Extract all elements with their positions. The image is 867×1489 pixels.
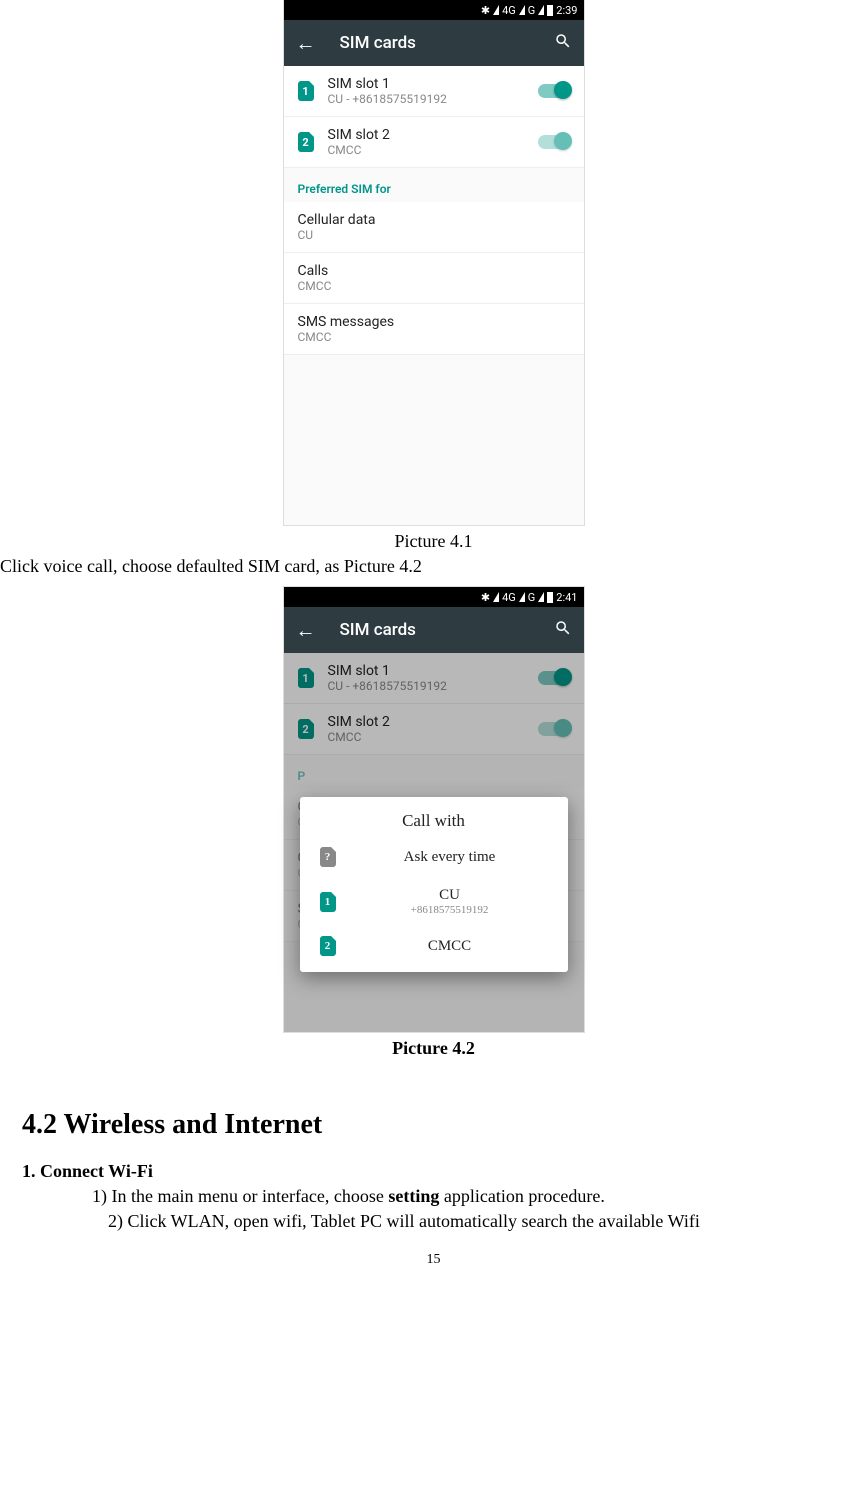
- cellular-data-title: Cellular data: [298, 212, 570, 228]
- instruction-text: Click voice call, choose defaulted SIM c…: [0, 556, 867, 577]
- network-4g-label: 4G: [502, 591, 516, 604]
- figure-4-2: ✱ 4G G 2:41 ← SIM cards 1: [0, 587, 867, 1059]
- sim2-subtitle: CMCC: [328, 143, 524, 157]
- option-cu-label: CU: [352, 887, 548, 904]
- connect-wifi-heading: 1. Connect Wi-Fi: [22, 1161, 867, 1182]
- cellular-data-value: CU: [298, 228, 570, 242]
- sim-slot-1-row[interactable]: 1 SIM slot 1 CU - +8618575519192: [284, 66, 584, 117]
- network-4g-label: 4G: [502, 4, 516, 17]
- section-4-2-heading: 4.2 Wireless and Internet: [22, 1109, 867, 1141]
- back-icon[interactable]: ←: [296, 33, 316, 53]
- step-2-text: 2) Click WLAN, open wifi, Tablet PC will…: [108, 1211, 867, 1232]
- clock-label: 2:41: [556, 591, 577, 604]
- preferred-sim-header: Preferred SIM for: [284, 168, 584, 202]
- option-ask-every-time[interactable]: ? Ask every time: [308, 837, 560, 877]
- calls-title: Calls: [298, 263, 570, 279]
- battery-icon: [547, 5, 553, 16]
- network-g-label: G: [528, 591, 536, 604]
- bluetooth-icon: ✱: [481, 4, 490, 17]
- cellular-data-row[interactable]: Cellular data CU: [284, 202, 584, 253]
- search-icon[interactable]: [554, 619, 572, 642]
- sim1-badge-icon: 1: [298, 81, 314, 101]
- step1-part-c: application procedure.: [439, 1186, 604, 1206]
- option-ask-label: Ask every time: [352, 849, 548, 866]
- sim2-badge-icon: 2: [298, 132, 314, 152]
- appbar-title: SIM cards: [340, 620, 530, 640]
- clock-label: 2:39: [556, 4, 577, 17]
- signal-icon: [493, 5, 499, 15]
- appbar-title: SIM cards: [340, 33, 530, 53]
- back-icon[interactable]: ←: [296, 620, 316, 640]
- battery-icon: [547, 592, 553, 603]
- figure-4-2-caption: Picture 4.2: [0, 1038, 867, 1059]
- step1-part-bold: setting: [388, 1186, 439, 1206]
- option-cu-sub: +8618575519192: [352, 904, 548, 916]
- sms-value: CMCC: [298, 330, 570, 344]
- status-bar: ✱ 4G G 2:41: [284, 587, 584, 607]
- sms-row[interactable]: SMS messages CMCC: [284, 304, 584, 355]
- step-1-text: 1) In the main menu or interface, choose…: [92, 1186, 867, 1207]
- status-bar: ✱ 4G G 2:39: [284, 0, 584, 20]
- app-bar: ← SIM cards: [284, 20, 584, 66]
- ask-badge-icon: ?: [320, 847, 336, 867]
- option-cmcc-label: CMCC: [352, 938, 548, 955]
- sim2-toggle[interactable]: [538, 135, 570, 149]
- figure-4-1: ✱ 4G G 2:39 ← SIM cards 1: [0, 0, 867, 552]
- option-cu[interactable]: 1 CU +8618575519192: [308, 877, 560, 926]
- option-cmcc[interactable]: 2 CMCC: [308, 926, 560, 966]
- signal-icon: [519, 5, 525, 15]
- sim2-title: SIM slot 2: [328, 127, 524, 143]
- dialog-title: Call with: [308, 811, 560, 837]
- sim-slot-2-row[interactable]: 2 SIM slot 2 CMCC: [284, 117, 584, 168]
- network-g-label: G: [528, 4, 536, 17]
- sim1-subtitle: CU - +8618575519192: [328, 92, 524, 106]
- signal-icon: [519, 592, 525, 602]
- cu-badge-icon: 1: [320, 892, 336, 912]
- sms-title: SMS messages: [298, 314, 570, 330]
- signal-icon: [538, 592, 544, 602]
- calls-value: CMCC: [298, 279, 570, 293]
- bluetooth-icon: ✱: [481, 591, 490, 604]
- signal-icon: [538, 5, 544, 15]
- page-number: 15: [0, 1252, 867, 1268]
- phone-screenshot-1: ✱ 4G G 2:39 ← SIM cards 1: [284, 0, 584, 525]
- step1-part-a: 1) In the main menu or interface, choose: [92, 1186, 388, 1206]
- figure-4-1-caption: Picture 4.1: [0, 531, 867, 552]
- search-icon[interactable]: [554, 32, 572, 55]
- sim1-toggle[interactable]: [538, 84, 570, 98]
- calls-row[interactable]: Calls CMCC: [284, 253, 584, 304]
- cmcc-badge-icon: 2: [320, 936, 336, 956]
- signal-icon: [493, 592, 499, 602]
- app-bar: ← SIM cards: [284, 607, 584, 653]
- document-page: ✱ 4G G 2:39 ← SIM cards 1: [0, 0, 867, 1288]
- sim1-title: SIM slot 1: [328, 76, 524, 92]
- call-with-dialog: Call with ? Ask every time 1 CU +8618575…: [300, 797, 568, 972]
- empty-area: [284, 355, 584, 525]
